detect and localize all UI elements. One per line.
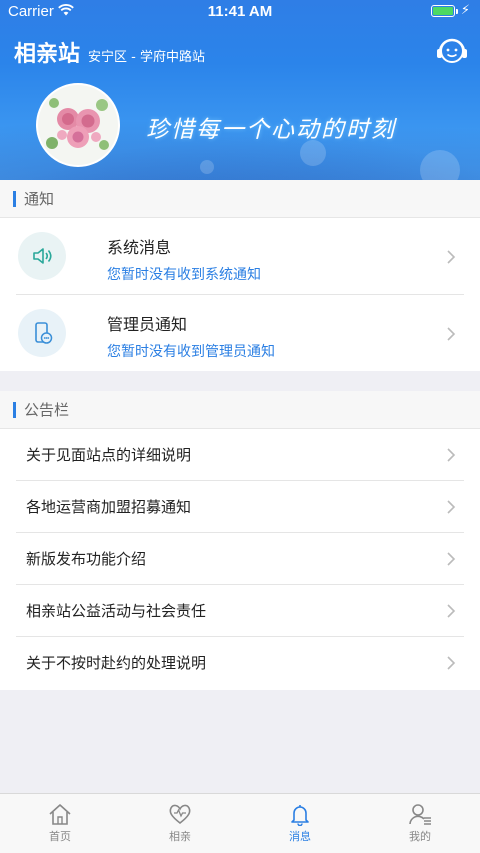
notice-section-title: 通知 — [24, 190, 55, 208]
chevron-right-icon — [447, 326, 456, 341]
admin-notice-item[interactable]: 管理员通知 您暂时没有收到管理员通知 — [0, 295, 480, 372]
chevron-right-icon — [447, 604, 456, 618]
status-time: 11:41 AM — [207, 3, 273, 20]
tab-bar: 首页 相亲 消息 我的 — [0, 793, 480, 853]
flower-image — [38, 85, 118, 165]
tab-dating[interactable]: 相亲 — [120, 794, 240, 853]
tab-messages[interactable]: 消息 — [240, 794, 360, 853]
home-icon — [49, 804, 71, 825]
bulletin-item[interactable]: 各地运营商加盟招募通知 — [0, 481, 480, 533]
bulletin-item-label: 新版发布功能介绍 — [26, 550, 147, 568]
tab-messages-label: 消息 — [289, 830, 311, 843]
admin-notice-title: 管理员通知 — [107, 315, 188, 334]
chevron-right-icon — [447, 249, 456, 264]
phone-chat-icon — [18, 309, 66, 357]
tab-dating-label: 相亲 — [169, 830, 191, 843]
speaker-icon — [18, 232, 66, 280]
admin-notice-status: 您暂时没有收到管理员通知 — [107, 344, 275, 360]
notice-section: 通知 系统消息 您暂时没有收到系统通知 管理员通知 您暂时没有收到管理员通知 — [0, 180, 480, 371]
bulletin-item-label: 各地运营商加盟招募通知 — [26, 498, 192, 516]
tab-profile[interactable]: 我的 — [360, 794, 480, 853]
bulletin-item[interactable]: 相亲站公益活动与社会责任 — [0, 585, 480, 637]
bell-icon — [291, 805, 309, 826]
chevron-right-icon — [447, 500, 456, 514]
system-message-status: 您暂时没有收到系统通知 — [107, 267, 261, 283]
status-bar: Carrier 11:41 AM ⚡ — [0, 0, 480, 24]
bulletin-item-label: 相亲站公益活动与社会责任 — [26, 602, 207, 620]
notice-section-header: 通知 — [0, 180, 480, 218]
station-location[interactable]: 安宁区 - 学府中路站 — [88, 46, 205, 65]
customer-service-icon[interactable] — [434, 33, 470, 69]
header-banner: Carrier 11:41 AM ⚡ 相亲站 安宁区 - 学府中路站 珍惜每一个… — [0, 0, 480, 180]
tab-profile-label: 我的 — [409, 830, 431, 843]
bulletin-item[interactable]: 关于不按时赴约的处理说明 — [0, 637, 480, 689]
system-message-title: 系统消息 — [107, 238, 172, 257]
battery-icon: ⚡ — [430, 4, 470, 17]
profile-icon — [409, 804, 431, 825]
bulletin-item[interactable]: 关于见面站点的详细说明 — [0, 429, 480, 481]
avatar[interactable] — [36, 83, 120, 167]
bulletin-section: 公告栏 关于见面站点的详细说明 各地运营商加盟招募通知 新版发布功能介绍 相亲站… — [0, 391, 480, 690]
chevron-right-icon — [447, 448, 456, 462]
tab-home[interactable]: 首页 — [0, 794, 120, 853]
heart-icon — [169, 804, 191, 825]
chevron-right-icon — [447, 552, 456, 566]
tab-home-label: 首页 — [49, 830, 71, 843]
chevron-right-icon — [447, 656, 456, 670]
slogan-text: 珍惜每一个心动的时刻 — [146, 117, 396, 143]
app-title: 相亲站 — [14, 42, 81, 67]
bulletin-section-header: 公告栏 — [0, 391, 480, 429]
bulletin-item-label: 关于不按时赴约的处理说明 — [26, 654, 207, 672]
bulletin-item-label: 关于见面站点的详细说明 — [26, 446, 192, 464]
bulletin-section-title: 公告栏 — [24, 401, 70, 419]
system-message-item[interactable]: 系统消息 您暂时没有收到系统通知 — [0, 218, 480, 295]
bulletin-item[interactable]: 新版发布功能介绍 — [0, 533, 480, 585]
title-row: 相亲站 安宁区 - 学府中路站 — [14, 36, 205, 68]
